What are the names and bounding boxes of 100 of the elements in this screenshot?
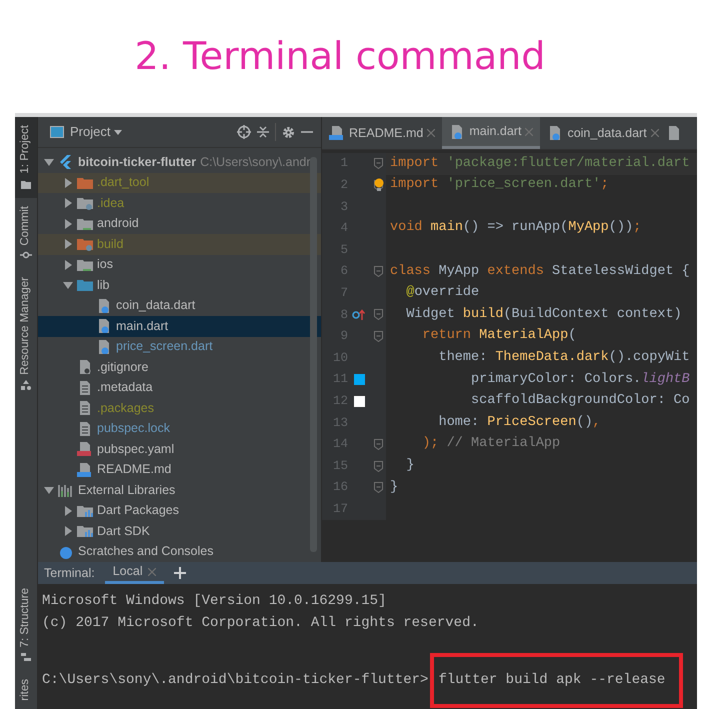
folder-icon bbox=[77, 216, 93, 231]
tool-window-tab[interactable]: 1: Project bbox=[15, 117, 37, 198]
item-label: bitcoin-ticker-flutter bbox=[78, 154, 196, 171]
item-label: price_screen.dart bbox=[116, 338, 213, 356]
tree-item[interactable]: Scratches and Consoles bbox=[38, 542, 321, 562]
scrollbar[interactable] bbox=[310, 157, 317, 552]
tree-item[interactable]: External Libraries bbox=[38, 480, 321, 500]
tool-window-tab[interactable]: 7: Structure bbox=[15, 580, 37, 672]
item-label: .idea bbox=[97, 194, 124, 212]
file-icon bbox=[96, 340, 112, 354]
tree-item[interactable]: ios bbox=[38, 254, 321, 275]
settings-icon[interactable] bbox=[282, 126, 295, 138]
tree-item[interactable]: README.md bbox=[38, 460, 321, 480]
fold-icon[interactable] bbox=[374, 482, 382, 494]
editor-tab[interactable]: README.md bbox=[322, 117, 442, 149]
libraries-icon bbox=[58, 483, 74, 498]
editor-tab[interactable]: main.dart bbox=[442, 117, 540, 149]
collapsed-icon[interactable] bbox=[63, 260, 73, 270]
fold-icon[interactable] bbox=[374, 460, 382, 472]
item-label: pubspec.yaml bbox=[97, 440, 174, 458]
add-icon[interactable] bbox=[174, 567, 186, 579]
item-label: Scratches and Consoles bbox=[78, 543, 214, 560]
locate-icon[interactable] bbox=[237, 125, 251, 139]
terminal-label: Terminal: bbox=[44, 564, 95, 582]
tree-item[interactable]: pubspec.yaml bbox=[38, 439, 321, 460]
file-icon bbox=[329, 126, 345, 140]
item-label: build bbox=[97, 236, 124, 253]
code-line: class MyApp extends StatelessWidget { bbox=[390, 262, 690, 281]
collapsed-icon[interactable] bbox=[63, 198, 73, 208]
color-swatch[interactable] bbox=[354, 396, 364, 407]
tree-item[interactable]: Dart SDK bbox=[38, 521, 321, 542]
code-line: theme: ThemeData.dark().copyWit bbox=[438, 349, 690, 368]
tree-item[interactable]: .metadata bbox=[38, 378, 321, 398]
code-line: return MaterialApp( bbox=[421, 327, 576, 346]
file-icon bbox=[96, 319, 112, 334]
flutter-icon bbox=[58, 155, 74, 170]
code-line: @override bbox=[405, 284, 480, 302]
file-icon bbox=[77, 360, 93, 374]
collapsed-icon[interactable] bbox=[63, 506, 73, 516]
collapse-icon[interactable] bbox=[257, 126, 269, 138]
code-line: import 'price_screen.dart'; bbox=[390, 176, 609, 194]
terminal-prompt: C:\Users\sony\.android\bitcoin-ticker-flutter> bbox=[42, 670, 428, 690]
file-icon bbox=[77, 380, 93, 395]
tree-item[interactable]: .gitignore bbox=[38, 357, 321, 378]
fold-icon[interactable] bbox=[374, 158, 382, 170]
fold-icon[interactable] bbox=[374, 266, 382, 278]
tree-item[interactable]: .packages bbox=[38, 398, 321, 418]
code-line: scaffoldBackgroundColor: Co bbox=[470, 392, 690, 410]
view-dropdown[interactable]: Project bbox=[70, 122, 122, 142]
tree-item[interactable]: coin_data.dart bbox=[38, 296, 321, 316]
tree-item[interactable]: price_screen.dart bbox=[38, 336, 321, 357]
item-label: .packages bbox=[97, 400, 154, 417]
expanded-icon[interactable] bbox=[44, 485, 54, 496]
library-icon bbox=[77, 504, 93, 518]
collapsed-icon[interactable] bbox=[63, 239, 73, 250]
tool-window-tab[interactable]: Commit bbox=[15, 198, 37, 270]
collapsed-icon[interactable] bbox=[63, 218, 73, 229]
folder-icon bbox=[77, 176, 93, 190]
tool-window-tab[interactable]: Resource Manager bbox=[15, 269, 37, 400]
fold-icon[interactable] bbox=[374, 439, 382, 450]
item-label: External Libraries bbox=[78, 482, 176, 499]
fold-icon[interactable] bbox=[374, 309, 382, 320]
scratches-icon bbox=[58, 544, 74, 559]
code-line: home: PriceScreen(), bbox=[438, 414, 601, 432]
terminal-command: flutter build apk --release bbox=[438, 670, 666, 690]
folder-icon bbox=[77, 258, 93, 272]
close-icon[interactable] bbox=[427, 129, 436, 137]
item-label: .dart_tool bbox=[97, 174, 150, 192]
folder-icon bbox=[77, 278, 93, 292]
collapsed-icon[interactable] bbox=[63, 526, 73, 536]
shapes-icon bbox=[20, 379, 32, 392]
fold-icon[interactable] bbox=[374, 331, 382, 342]
file-icon bbox=[96, 298, 112, 313]
file-icon bbox=[77, 401, 93, 416]
override-icon[interactable] bbox=[352, 308, 366, 321]
item-label: Dart SDK bbox=[97, 522, 150, 540]
tree-item[interactable]: .idea bbox=[38, 193, 321, 214]
tree-item[interactable]: Dart Packages bbox=[38, 500, 321, 521]
terminal-output: (c) 2017 Microsoft Corporation. All rights reserved. bbox=[42, 614, 479, 632]
item-label: android bbox=[97, 215, 139, 232]
item-label: .metadata bbox=[97, 379, 153, 396]
item-label: pubspec.lock bbox=[97, 420, 170, 438]
editor-tab[interactable]: coin_data.dart bbox=[540, 117, 666, 149]
tool-window-tab[interactable]: rites bbox=[15, 671, 37, 709]
code-line: primaryColor: Colors.lightB bbox=[470, 370, 690, 389]
file-icon bbox=[77, 442, 93, 456]
code-line: } bbox=[405, 456, 414, 475]
expanded-icon[interactable] bbox=[63, 280, 73, 290]
tree-item[interactable]: main.dart bbox=[38, 316, 321, 336]
item-label: README.md bbox=[97, 461, 172, 478]
tree-item[interactable]: android bbox=[38, 214, 321, 234]
collapsed-icon[interactable] bbox=[63, 178, 73, 188]
item-label: Dart Packages bbox=[97, 502, 179, 520]
close-icon[interactable] bbox=[650, 129, 659, 137]
expanded-icon[interactable] bbox=[44, 157, 54, 168]
folder-icon bbox=[77, 237, 93, 252]
color-swatch[interactable] bbox=[354, 374, 364, 386]
tree-item[interactable]: lib bbox=[38, 275, 321, 296]
tree-item[interactable]: pubspec.lock bbox=[38, 418, 321, 439]
tree-item[interactable]: bitcoin-ticker-flutter C:\Users\sony\.andr bbox=[38, 152, 321, 172]
